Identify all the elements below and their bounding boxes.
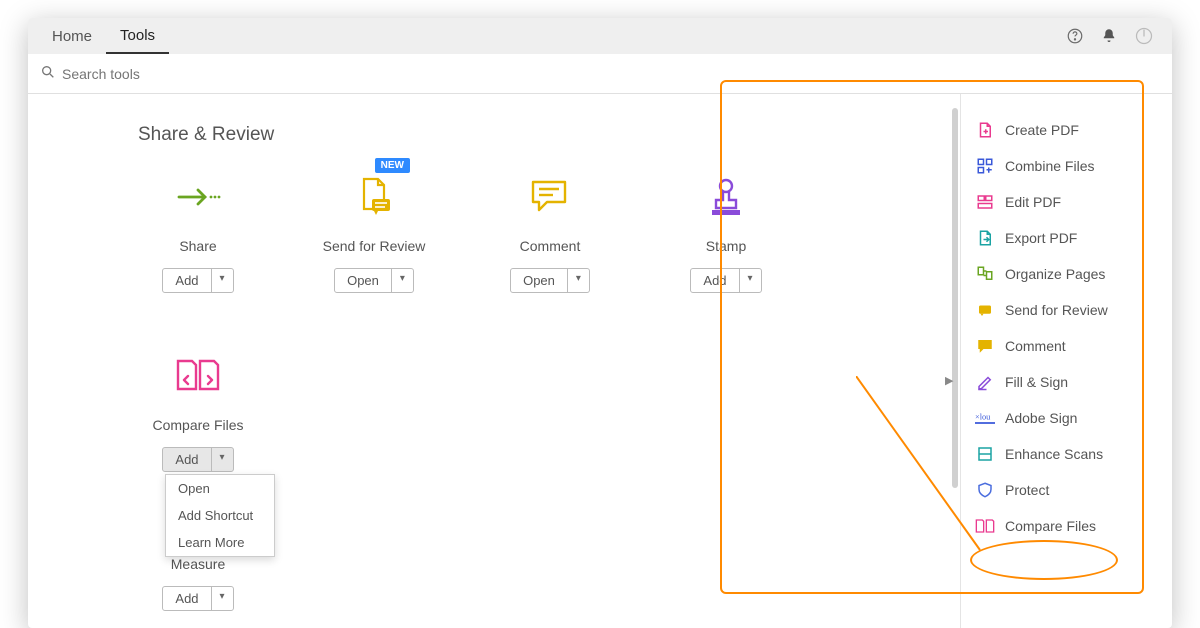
- help-icon[interactable]: [1066, 27, 1084, 45]
- tool-compare-files[interactable]: Compare Files Add▾ Open Add Shortcut Lea…: [138, 349, 258, 472]
- shortcut-label: Edit PDF: [1005, 194, 1061, 210]
- shortcut-label: Send for Review: [1005, 302, 1108, 318]
- tool-stamp-label: Stamp: [706, 238, 746, 254]
- tool-share-label: Share: [179, 238, 216, 254]
- shortcut-label: Adobe Sign: [1005, 410, 1077, 426]
- shortcut-label: Create PDF: [1005, 122, 1079, 138]
- shortcut-protect[interactable]: Protect: [961, 472, 1172, 508]
- tool-stamp-button[interactable]: Add▾: [690, 268, 761, 293]
- tool-compare-files-button[interactable]: Add▾: [162, 447, 233, 472]
- new-badge: NEW: [375, 158, 410, 173]
- tool-send-for-review-button[interactable]: Open▾: [334, 268, 414, 293]
- dropdown-learn-more[interactable]: Learn More: [166, 529, 274, 556]
- shortcut-comment[interactable]: Comment: [961, 328, 1172, 364]
- tool-comment[interactable]: Comment Open▾: [490, 170, 610, 293]
- dropdown-add-shortcut[interactable]: Add Shortcut: [166, 502, 274, 529]
- search-bar: [28, 54, 1172, 94]
- shortcut-label: Organize Pages: [1005, 266, 1105, 282]
- search-icon: [40, 64, 56, 83]
- tool-comment-label: Comment: [520, 238, 581, 254]
- tool-comment-button[interactable]: Open▾: [510, 268, 590, 293]
- shortcut-enhance-scans[interactable]: Enhance Scans: [961, 436, 1172, 472]
- speech-bubble-icon: [529, 170, 571, 224]
- bell-icon[interactable]: [1100, 27, 1118, 45]
- grid-plus-icon: [975, 156, 995, 176]
- shortcut-export-pdf[interactable]: Export PDF: [961, 220, 1172, 256]
- tab-tools[interactable]: Tools: [106, 18, 169, 54]
- compare-files-icon: [174, 349, 222, 403]
- shortcut-edit-pdf[interactable]: Edit PDF: [961, 184, 1172, 220]
- tool-send-for-review[interactable]: NEW Send for Review Open▾: [314, 170, 434, 293]
- organize-icon: [975, 264, 995, 284]
- svg-text:×lou: ×lou: [975, 413, 991, 422]
- shortcut-fill-&-sign[interactable]: Fill & Sign: [961, 364, 1172, 400]
- right-shortcut-panel: ▶ Create PDFCombine FilesEdit PDFExport …: [960, 94, 1172, 628]
- xlou-sign-icon: ×lou: [975, 408, 995, 428]
- tool-measure-label: Measure: [171, 556, 225, 572]
- shield-icon: [975, 480, 995, 500]
- panel-collapse-icon[interactable]: ▶: [945, 374, 953, 387]
- shortcut-label: Combine Files: [1005, 158, 1094, 174]
- edit-grid-icon: [975, 192, 995, 212]
- compare-files-dropdown: Open Add Shortcut Learn More: [165, 474, 275, 557]
- tab-home[interactable]: Home: [38, 18, 106, 54]
- shortcut-label: Comment: [1005, 338, 1066, 354]
- scan-icon: [975, 444, 995, 464]
- tools-content: Share & Review Share Add▾ NEW: [28, 94, 960, 628]
- dropdown-open[interactable]: Open: [166, 475, 274, 502]
- shortcut-label: Enhance Scans: [1005, 446, 1103, 462]
- shortcut-label: Compare Files: [1005, 518, 1096, 534]
- shortcut-create-pdf[interactable]: Create PDF: [961, 112, 1172, 148]
- pencil-sign-icon: [975, 372, 995, 392]
- file-export-icon: [975, 228, 995, 248]
- tool-compare-files-label: Compare Files: [152, 417, 243, 433]
- top-tabbar: Home Tools: [28, 18, 1172, 54]
- shortcut-send-for-review[interactable]: Send for Review: [961, 292, 1172, 328]
- share-arrow-icon: [173, 170, 223, 224]
- tool-stamp[interactable]: Stamp Add▾: [666, 170, 786, 293]
- shortcut-label: Protect: [1005, 482, 1049, 498]
- shortcut-label: Export PDF: [1005, 230, 1077, 246]
- account-icon[interactable]: [1134, 26, 1154, 46]
- tool-send-for-review-label: Send for Review: [323, 238, 426, 254]
- stamp-icon: [706, 170, 746, 224]
- app-window: Home Tools Share & Review: [28, 18, 1172, 628]
- search-input[interactable]: [62, 60, 1160, 88]
- section-share-review-title: Share & Review: [138, 124, 900, 146]
- tool-measure-button[interactable]: Add▾: [162, 586, 233, 611]
- shortcut-organize-pages[interactable]: Organize Pages: [961, 256, 1172, 292]
- shortcut-label: Fill & Sign: [1005, 374, 1068, 390]
- speech-bubble-icon: [975, 336, 995, 356]
- tool-share[interactable]: Share Add▾: [138, 170, 258, 293]
- compare-files-icon: [975, 516, 995, 536]
- tool-share-button[interactable]: Add▾: [162, 268, 233, 293]
- shortcut-compare-files[interactable]: Compare Files: [961, 508, 1172, 544]
- file-plus-icon: [975, 120, 995, 140]
- shortcut-adobe-sign[interactable]: ×lou Adobe Sign: [961, 400, 1172, 436]
- doc-comment-icon: NEW: [352, 170, 396, 224]
- shortcut-combine-files[interactable]: Combine Files: [961, 148, 1172, 184]
- doc-comment-icon: [975, 300, 995, 320]
